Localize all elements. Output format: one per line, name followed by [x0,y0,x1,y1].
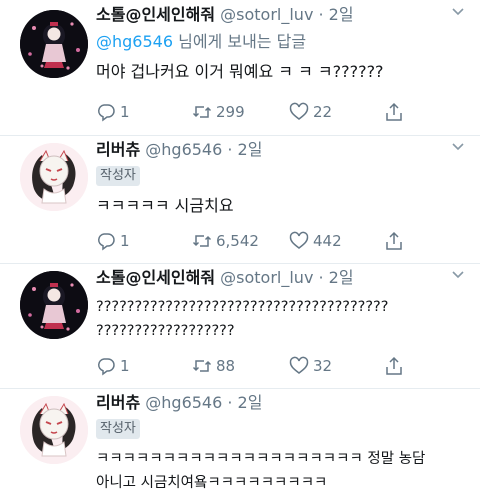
like-count: 442 [313,232,342,250]
timestamp[interactable]: · 2일 [227,393,262,412]
avatar-hg6546[interactable] [20,143,88,211]
reply-icon [97,358,115,376]
reply-button[interactable]: 1 [96,230,130,252]
tweet[interactable]: 소톨@인세인해줘 @sotorl_luv · 2일 ??????????????… [0,263,480,389]
retweet-button[interactable]: 88 [192,355,235,377]
user-handle[interactable]: @hg6546 [145,140,222,159]
retweet-count: 88 [216,357,236,375]
reply-count: 1 [120,103,130,121]
tweet-actions: 1 6,542 442 [96,230,460,252]
retweet-button[interactable]: 6,542 [192,230,259,252]
reply-button[interactable]: 1 [96,101,130,123]
display-name[interactable]: 리버츄 [96,393,140,412]
share-icon [386,102,402,121]
tweet[interactable]: 소톨@인세인해줘 @sotorl_luv · 2일 @hg6546 님에게 보내… [0,0,480,136]
retweet-icon [192,360,212,372]
avatar-illustration-icon [20,396,88,464]
heart-icon [289,356,309,374]
reply-icon [97,233,115,251]
retweet-count: 299 [216,103,245,121]
avatar-hg6546[interactable] [20,396,88,464]
tweet-text: 머야 겁나커요 이거 뭐예요 ㅋ ㅋ ㅋ?????? [96,62,384,81]
tweet-text: ?????????????????????????????????????? ?… [96,299,389,339]
retweet-button[interactable]: 299 [192,101,245,123]
share-button[interactable] [384,101,408,123]
user-handle[interactable]: @sotorl_luv [220,268,313,287]
retweet-count: 6,542 [216,232,259,250]
share-icon [386,231,402,250]
display-name[interactable]: 소톨@인세인해줘 [96,5,215,24]
reply-icon [97,104,115,122]
tweet-header: 소톨@인세인해줘 @sotorl_luv · 2일 [96,267,472,289]
author-badge: 작성자 [96,166,140,186]
reply-to-label: 님에게 보내는 답글 [173,32,307,51]
like-button[interactable]: 442 [289,230,342,252]
tweet-text: ㅋㅋㅋㅋㅋㅋㅋㅋㅋㅋㅋㅋㅋㅋㅋㅋㅋㅋㅋㅋ 정말 농담 아니고 시금치여욬ㅋㅋㅋㅋ… [96,451,426,491]
avatar-illustration-icon [20,271,88,339]
like-count: 32 [313,357,333,375]
timestamp[interactable]: · 2일 [227,140,262,159]
tweet-header: 리버츄 @hg6546 · 2일 [96,392,472,414]
tweet-header: 소톨@인세인해줘 @sotorl_luv · 2일 [96,4,472,26]
avatar-sotorl[interactable] [20,271,88,339]
author-badge: 작성자 [96,419,140,439]
timestamp[interactable]: · 2일 [319,268,354,287]
reply-count: 1 [120,232,130,250]
tweet-text: ㅋㅋㅋㅋㅋ 시금치요 [96,196,234,215]
tweet[interactable]: 리버츄 @hg6546 · 2일 작성자 ㅋㅋㅋㅋㅋㅋㅋㅋㅋㅋㅋㅋㅋㅋㅋㅋㅋㅋㅋ… [0,388,480,502]
user-handle[interactable]: @sotorl_luv [220,5,313,24]
tweet-actions: 1 88 32 [96,355,460,377]
share-button[interactable] [384,355,408,377]
retweet-icon [192,235,212,247]
avatar-illustration-icon [20,143,88,211]
avatar-illustration-icon [20,10,88,78]
reply-button[interactable]: 1 [96,355,130,377]
tweet-actions: 1 299 22 [96,101,460,123]
reply-count: 1 [120,357,130,375]
share-button[interactable] [384,230,408,252]
timestamp[interactable]: · 2일 [319,5,354,24]
reply-context: @hg6546 님에게 보내는 답글 [96,31,472,53]
heart-icon [289,231,309,249]
share-icon [386,356,402,375]
user-handle[interactable]: @hg6546 [145,393,222,412]
heart-icon [289,102,309,120]
tweet[interactable]: 리버츄 @hg6546 · 2일 작성자 ㅋㅋㅋㅋㅋ 시금치요 1 6,542 … [0,135,480,264]
like-button[interactable]: 22 [289,101,332,123]
display-name[interactable]: 소톨@인세인해줘 [96,268,215,287]
avatar-sotorl[interactable] [20,10,88,78]
retweet-icon [192,106,212,118]
display-name[interactable]: 리버츄 [96,140,140,159]
tweet-header: 리버츄 @hg6546 · 2일 [96,139,472,161]
like-count: 22 [313,103,333,121]
like-button[interactable]: 32 [289,355,332,377]
reply-to-user-link[interactable]: @hg6546 [96,32,173,51]
